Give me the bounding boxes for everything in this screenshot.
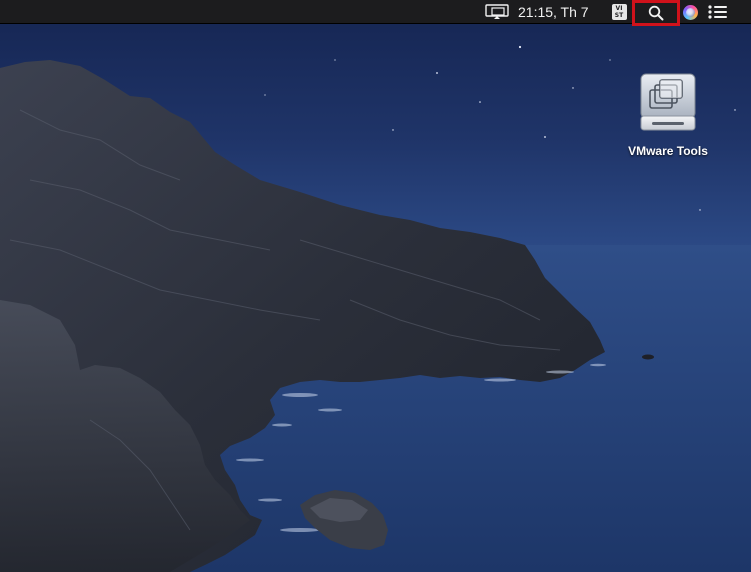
magnifying-glass-icon: [648, 5, 664, 21]
notification-center-icon: [708, 5, 727, 19]
disk-image-icon: [640, 73, 696, 131]
desktop-icon-label: VMware Tools: [628, 144, 708, 158]
siri-icon: [682, 4, 698, 20]
clock-text: 21:15, Th 7: [518, 4, 589, 20]
desktop[interactable]: 21:15, Th 7 VI ST VMware Tools: [0, 0, 751, 572]
spotlight-button[interactable]: [632, 0, 680, 26]
menubar-clock[interactable]: 21:15, Th 7: [518, 0, 600, 24]
input-source-menu[interactable]: VI ST: [610, 0, 628, 24]
input-source-line-2: ST: [614, 12, 624, 19]
input-source-line-1: VI: [615, 5, 623, 12]
siri-button[interactable]: [680, 0, 700, 24]
desktop-icon-vmware-tools[interactable]: VMware Tools: [616, 72, 720, 164]
input-source-icon: VI ST: [611, 4, 627, 20]
notification-center-button[interactable]: [707, 0, 729, 24]
display-mirroring-icon[interactable]: [484, 0, 510, 24]
menu-bar: 21:15, Th 7 VI ST: [0, 0, 751, 26]
